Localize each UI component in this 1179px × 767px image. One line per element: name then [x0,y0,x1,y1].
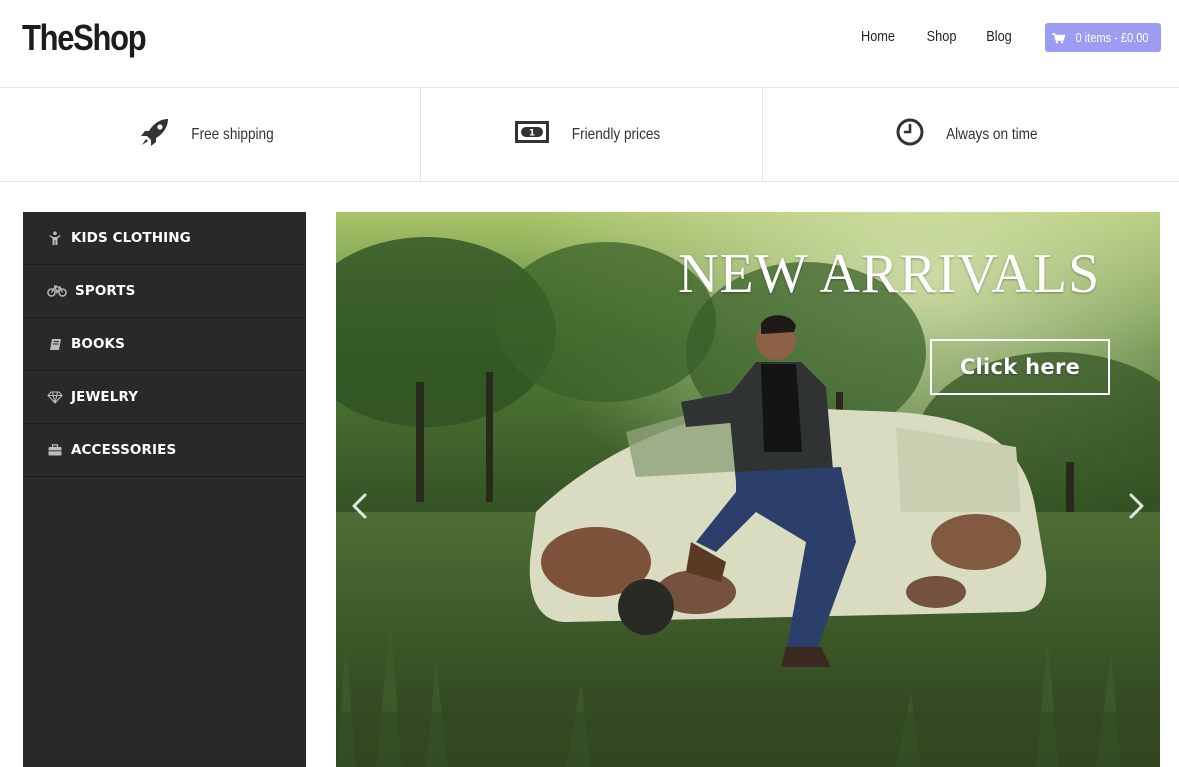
slider-prev-button[interactable] [346,492,374,520]
rocket-icon [140,117,170,152]
sidebar-item-sports[interactable]: SPORTS [23,265,306,318]
category-sidebar: KIDS CLOTHING SPORTS BOOKS JEWELRY ACCES… [23,212,306,767]
site-logo[interactable]: TheShop [22,17,147,59]
slider-next-button[interactable] [1122,492,1150,520]
money-icon: 1 [514,119,550,150]
sidebar-item-label: KIDS CLOTHING [71,230,191,246]
sidebar-item-jewelry[interactable]: JEWELRY [23,371,306,424]
child-icon [47,230,63,246]
sidebar-item-label: BOOKS [71,336,125,352]
feature-always-on-time: Always on time [763,88,1179,181]
nav-link-home[interactable]: Home [861,28,895,45]
feature-free-shipping: Free shipping [0,88,421,181]
svg-text:1: 1 [529,129,535,139]
features-bar: Free shipping 1 Friendly prices Always o… [0,88,1179,182]
clock-icon [896,118,924,151]
feature-label: Friendly prices [572,125,661,143]
feature-label: Free shipping [190,125,274,143]
cart-button[interactable]: 0 items - £0.00 [1045,23,1161,52]
sidebar-item-accessories[interactable]: ACCESSORIES [23,424,306,477]
feature-label: Always on time [946,125,1038,143]
site-header: TheShop Home Shop Blog 0 items - £0.00 [0,0,1179,88]
diamond-icon [47,389,63,405]
bicycle-icon [47,283,67,299]
nav-link-blog[interactable]: Blog [986,28,1012,45]
briefcase-icon [47,442,63,458]
nav-link-shop[interactable]: Shop [927,28,957,45]
hero-cta-button[interactable]: Click here [930,339,1110,395]
sidebar-item-label: ACCESSORIES [71,442,177,458]
chevron-left-icon [352,493,367,519]
hero-title: NEW ARRIVALS [678,243,1101,305]
book-icon [47,336,63,352]
feature-friendly-prices: 1 Friendly prices [421,88,763,181]
sidebar-item-kids-clothing[interactable]: KIDS CLOTHING [23,212,306,265]
cart-summary: 0 items - £0.00 [1074,30,1149,45]
hero-slider: NEW ARRIVALS Click here [336,212,1160,767]
chevron-right-icon [1129,493,1144,519]
sidebar-item-label: JEWELRY [71,389,139,405]
sidebar-item-books[interactable]: BOOKS [23,318,306,371]
shopping-cart-icon [1051,32,1065,44]
sidebar-item-label: SPORTS [75,283,136,299]
